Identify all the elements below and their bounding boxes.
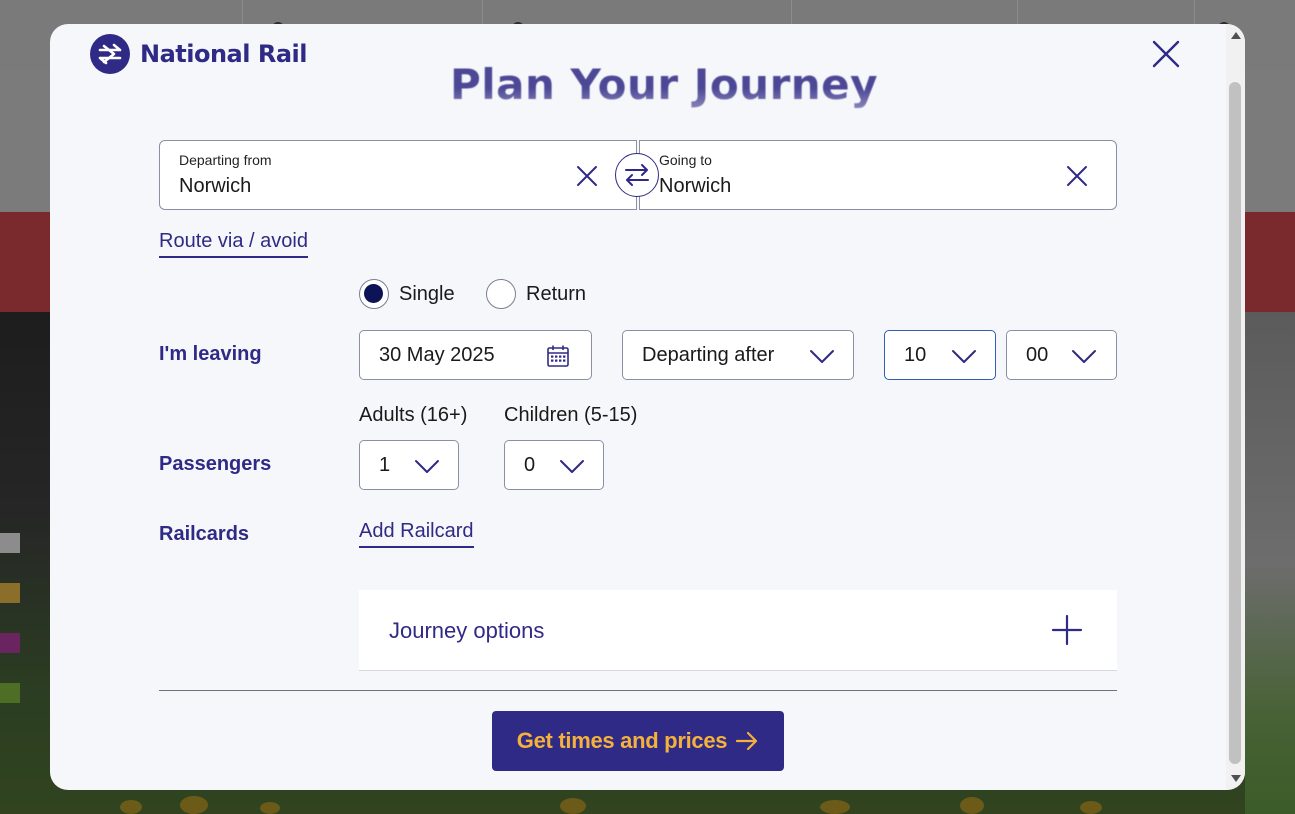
railcards-label: Railcards: [159, 523, 250, 545]
minute-value: 00: [1026, 344, 1049, 366]
background-chip: [0, 683, 20, 703]
background-flower: [260, 802, 280, 814]
background-flower: [560, 798, 586, 814]
add-railcard-link[interactable]: Add Railcard: [359, 520, 474, 548]
time-mode-value: Departing after: [642, 344, 775, 366]
clear-going-to-button[interactable]: [1064, 163, 1090, 189]
close-icon: [577, 166, 597, 186]
date-value: 30 May 2025: [379, 344, 495, 366]
adults-value: 1: [379, 454, 391, 476]
clear-departing-button[interactable]: [574, 163, 600, 189]
single-radio-label: Single: [399, 282, 455, 305]
children-select[interactable]: 0: [504, 440, 604, 490]
single-radio[interactable]: Single: [359, 279, 455, 309]
calendar-icon[interactable]: [546, 344, 570, 368]
swap-arrows-icon: [625, 164, 649, 186]
journey-options-accordion[interactable]: Journey options: [359, 590, 1117, 671]
date-picker[interactable]: 30 May 2025: [359, 330, 592, 380]
scrollbar-thumb[interactable]: [1229, 82, 1241, 764]
chevron-down-icon: [415, 460, 439, 473]
route-via-avoid-link[interactable]: Route via / avoid: [159, 230, 308, 258]
leaving-label: I'm leaving: [159, 343, 262, 365]
background-chip: [0, 633, 20, 653]
title-fade-overlay: [410, 88, 890, 120]
adults-select[interactable]: 1: [359, 440, 459, 490]
children-label: Children (5-15): [504, 404, 638, 426]
chevron-down-icon: [952, 350, 976, 363]
background-flower: [960, 797, 984, 814]
minute-select[interactable]: 00: [1006, 330, 1117, 380]
children-value: 0: [524, 454, 536, 476]
adults-label: Adults (16+): [359, 404, 468, 426]
background-flower: [820, 800, 850, 814]
national-rail-double-arrow-logo-icon: [90, 34, 130, 74]
going-to-field[interactable]: Going to Norwich: [639, 140, 1117, 210]
background-flower: [120, 800, 142, 814]
journey-options-label: Journey options: [389, 618, 545, 643]
national-rail-logo[interactable]: National Rail: [90, 34, 307, 74]
plus-icon: [1051, 614, 1083, 646]
close-icon: [1152, 40, 1180, 68]
close-icon: [1067, 166, 1087, 186]
single-radio-circle[interactable]: [359, 279, 389, 309]
departing-from-field[interactable]: Departing from Norwich: [159, 140, 637, 210]
scroll-down-arrow-icon[interactable]: [1230, 774, 1242, 784]
background-chip: [0, 533, 20, 553]
form-divider: [159, 690, 1117, 691]
background-flower: [180, 796, 208, 814]
scroll-up-arrow-icon[interactable]: [1230, 30, 1242, 40]
arrow-right-icon: [736, 731, 758, 751]
chevron-down-icon: [560, 460, 584, 473]
chevron-down-icon: [1072, 350, 1096, 363]
time-mode-select[interactable]: Departing after: [622, 330, 854, 380]
swap-stations-button[interactable]: [615, 153, 659, 197]
hour-select[interactable]: 10: [884, 330, 996, 380]
return-radio-label: Return: [526, 282, 587, 305]
background-flower: [1080, 801, 1102, 814]
journey-planner-modal: National Rail Plan Your Journey Departin…: [50, 24, 1245, 790]
cta-label: Get times and prices: [516, 728, 728, 753]
return-radio[interactable]: Return: [486, 279, 586, 309]
brand-name: National Rail: [140, 40, 307, 68]
going-to-label: Going to: [659, 152, 712, 168]
background-chip: [0, 583, 20, 603]
get-times-and-prices-button[interactable]: Get times and prices: [492, 711, 784, 771]
hour-value: 10: [904, 344, 927, 366]
departing-from-label: Departing from: [179, 152, 272, 168]
chevron-down-icon: [810, 350, 834, 363]
passengers-label: Passengers: [159, 453, 272, 475]
close-modal-button[interactable]: [1150, 38, 1182, 70]
departing-from-input[interactable]: Norwich: [179, 175, 251, 198]
going-to-input[interactable]: Norwich: [659, 175, 731, 198]
return-radio-circle[interactable]: [486, 279, 516, 309]
background-photo-edge: [1245, 312, 1295, 814]
